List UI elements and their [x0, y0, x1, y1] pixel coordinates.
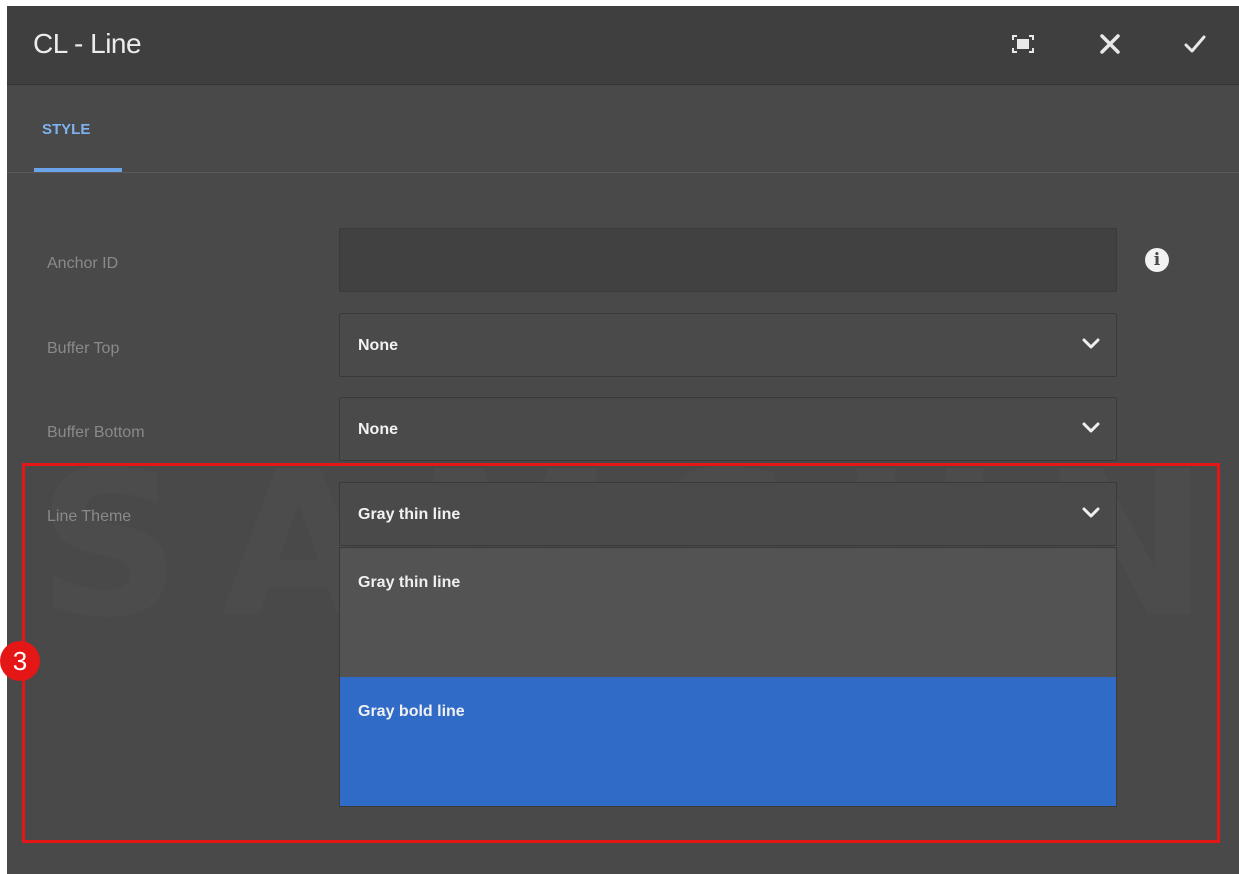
dialog: CL - Line STYLE SAMSUNG Anc: [7, 6, 1239, 874]
buffer-bottom-label: Buffer Bottom: [47, 424, 145, 441]
line-theme-dropdown: Gray thin line Gray bold line: [339, 547, 1117, 807]
tab-style-label: STYLE: [42, 121, 91, 138]
dropdown-option-label: Gray bold line: [358, 703, 465, 720]
close-button[interactable]: [1092, 26, 1128, 62]
info-icon[interactable]: i: [1145, 248, 1169, 272]
dropdown-option-label: Gray thin line: [358, 574, 461, 591]
buffer-top-label: Buffer Top: [47, 340, 120, 357]
line-theme-label: Line Theme: [47, 508, 132, 525]
chevron-down-icon: [1082, 422, 1100, 433]
line-theme-value: Gray thin line: [358, 506, 461, 523]
tab-bar: STYLE: [7, 85, 1239, 173]
close-icon: [1100, 34, 1120, 54]
confirm-button[interactable]: [1177, 26, 1213, 62]
dialog-title: CL - Line: [33, 28, 142, 59]
line-theme-select[interactable]: Gray thin line: [339, 482, 1117, 546]
buffer-bottom-value: None: [358, 421, 398, 438]
dropdown-option-selected[interactable]: Gray bold line: [340, 677, 1116, 806]
buffer-bottom-select[interactable]: None: [339, 397, 1117, 461]
buffer-top-select[interactable]: None: [339, 313, 1117, 377]
chevron-down-icon: [1082, 338, 1100, 349]
tab-style[interactable]: STYLE: [34, 85, 122, 172]
anchor-id-input[interactable]: [339, 228, 1117, 292]
fullscreen-icon: [1012, 35, 1034, 53]
step-number-badge: 3: [0, 641, 40, 681]
dropdown-option[interactable]: Gray thin line: [340, 548, 1116, 677]
chevron-down-icon: [1082, 507, 1100, 518]
buffer-top-value: None: [358, 337, 398, 354]
dialog-titlebar: CL - Line: [7, 6, 1239, 85]
fullscreen-button[interactable]: [1005, 26, 1041, 62]
check-icon: [1184, 35, 1206, 53]
anchor-id-label: Anchor ID: [47, 255, 119, 272]
